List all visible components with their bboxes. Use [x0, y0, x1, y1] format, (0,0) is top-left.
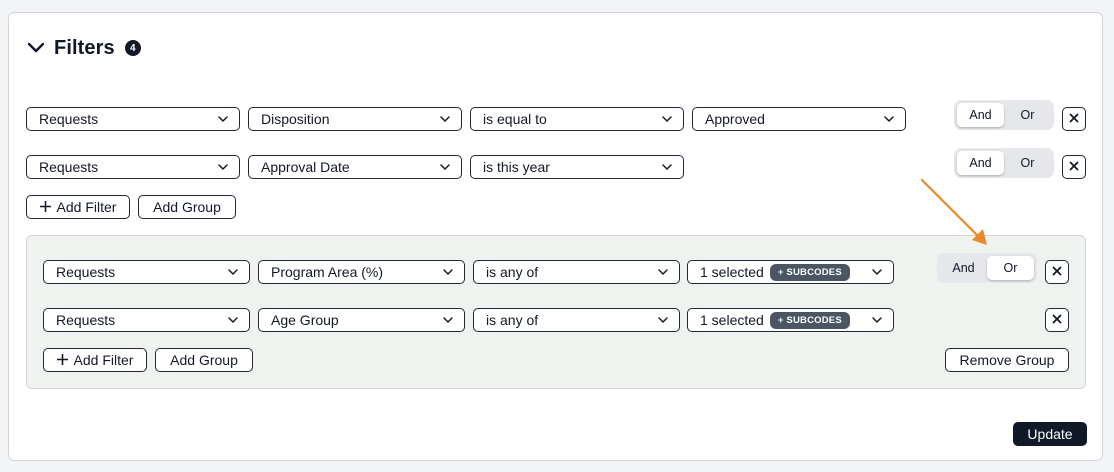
operator-select-value: is equal to	[483, 111, 547, 127]
add-filter-label: Add Filter	[56, 199, 117, 215]
chevron-down-icon	[871, 314, 883, 326]
field-select-value: Program Area (%)	[271, 264, 384, 280]
update-button[interactable]: Update	[1013, 422, 1087, 446]
field-select-value: Age Group	[271, 312, 339, 328]
add-filter-button[interactable]: Add Filter	[26, 195, 130, 219]
chevron-down-icon	[657, 314, 669, 326]
subcodes-badge[interactable]: + SUBCODES	[769, 263, 850, 281]
filter-count-badge: 4	[124, 40, 141, 56]
remove-group-button[interactable]: Remove Group	[945, 348, 1069, 372]
field-select[interactable]: Age Group	[258, 308, 465, 332]
add-group-button[interactable]: Add Group	[138, 195, 236, 219]
field-select-value: Disposition	[261, 111, 330, 127]
field-select-value: Approval Date	[261, 159, 350, 175]
operator-select[interactable]: is any of	[473, 260, 680, 284]
chevron-down-icon	[439, 113, 451, 125]
close-icon	[1069, 110, 1079, 128]
value-select-value: 1 selected	[700, 264, 764, 280]
filters-header[interactable]: Filters 4	[26, 36, 141, 60]
chevron-down-icon	[657, 266, 669, 278]
field-select[interactable]: Disposition	[248, 107, 462, 131]
field-select[interactable]: Program Area (%)	[258, 260, 465, 284]
add-group-label: Add Group	[170, 352, 238, 368]
toggle-or-option[interactable]: Or	[987, 256, 1034, 280]
add-group-label: Add Group	[153, 199, 221, 215]
chevron-down-icon	[661, 161, 673, 173]
chevron-down-icon[interactable]	[26, 38, 46, 58]
close-icon	[1069, 158, 1079, 176]
value-multiselect[interactable]: 1 selected + SUBCODES	[687, 260, 894, 284]
and-or-toggle[interactable]: And Or	[937, 253, 1037, 283]
chevron-down-icon	[871, 266, 883, 278]
chevron-down-icon	[442, 314, 454, 326]
operator-select[interactable]: is any of	[473, 308, 680, 332]
remove-filter-button[interactable]	[1045, 260, 1069, 284]
remove-group-label: Remove Group	[959, 352, 1055, 368]
value-select[interactable]: Approved	[692, 107, 906, 131]
entity-select[interactable]: Requests	[26, 107, 240, 131]
group-add-filter-button[interactable]: Add Filter	[43, 348, 147, 372]
entity-select-value: Requests	[39, 111, 99, 127]
chevron-down-icon	[439, 161, 451, 173]
operator-select-value: is this year	[483, 159, 550, 175]
entity-select[interactable]: Requests	[43, 308, 250, 332]
chevron-down-icon	[217, 161, 229, 173]
toggle-and-option[interactable]: And	[940, 256, 987, 280]
entity-select[interactable]: Requests	[43, 260, 250, 284]
toggle-and-option[interactable]: And	[957, 151, 1004, 175]
value-select-value: 1 selected	[700, 312, 764, 328]
value-multiselect[interactable]: 1 selected + SUBCODES	[687, 308, 894, 332]
operator-select[interactable]: is this year	[470, 155, 684, 179]
toggle-or-option[interactable]: Or	[1004, 103, 1051, 127]
remove-filter-button[interactable]	[1062, 107, 1086, 131]
and-or-toggle[interactable]: And Or	[954, 148, 1054, 178]
value-select-value: Approved	[705, 111, 765, 127]
entity-select-value: Requests	[56, 312, 116, 328]
close-icon	[1052, 311, 1062, 329]
entity-select-value: Requests	[56, 264, 116, 280]
and-or-toggle[interactable]: And Or	[954, 100, 1054, 130]
group-add-group-button[interactable]: Add Group	[155, 348, 253, 372]
entity-select[interactable]: Requests	[26, 155, 240, 179]
filters-title: Filters	[54, 36, 115, 59]
entity-select-value: Requests	[39, 159, 99, 175]
chevron-down-icon	[227, 266, 239, 278]
close-icon	[1052, 263, 1062, 281]
chevron-down-icon	[227, 314, 239, 326]
subcodes-badge[interactable]: + SUBCODES	[769, 311, 850, 329]
toggle-or-option[interactable]: Or	[1004, 151, 1051, 175]
toggle-and-option[interactable]: And	[957, 103, 1004, 127]
chevron-down-icon	[661, 113, 673, 125]
operator-select-value: is any of	[486, 312, 539, 328]
chevron-down-icon	[883, 113, 895, 125]
chevron-down-icon	[442, 266, 454, 278]
operator-select-value: is any of	[486, 264, 539, 280]
field-select[interactable]: Approval Date	[248, 155, 462, 179]
operator-select[interactable]: is equal to	[470, 107, 684, 131]
remove-filter-button[interactable]	[1045, 308, 1069, 332]
remove-filter-button[interactable]	[1062, 155, 1086, 179]
plus-icon	[56, 352, 68, 368]
chevron-down-icon	[217, 113, 229, 125]
plus-icon	[39, 199, 51, 215]
add-filter-label: Add Filter	[73, 352, 134, 368]
